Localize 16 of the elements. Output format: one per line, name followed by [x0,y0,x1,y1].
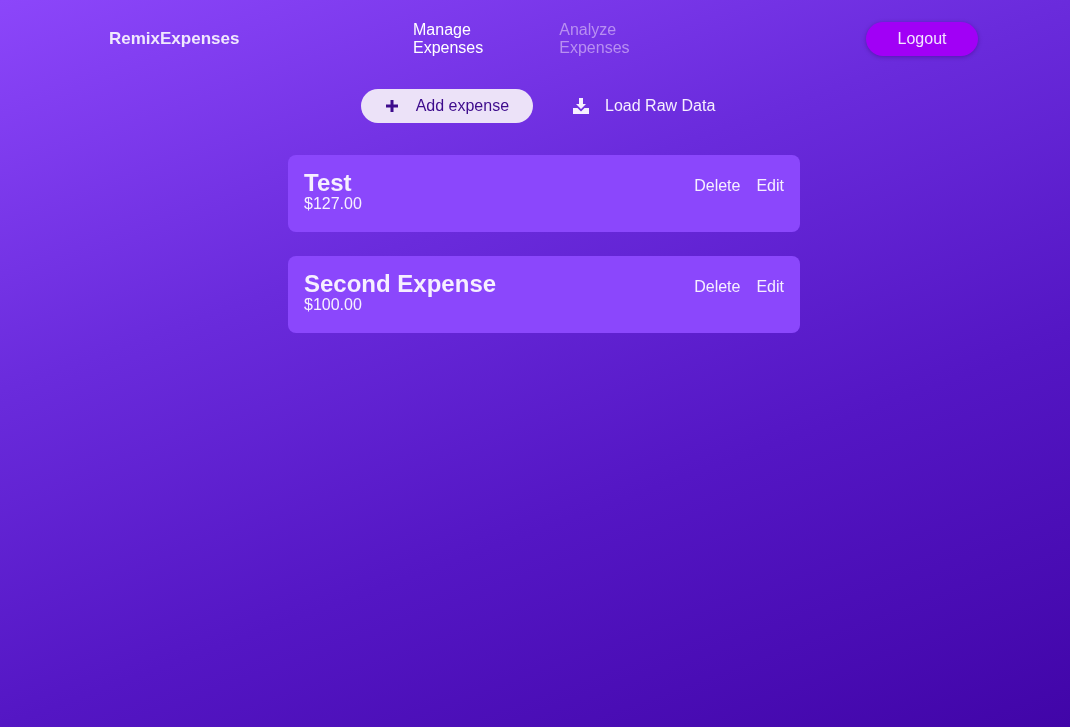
edit-link[interactable]: Edit [756,177,784,195]
nav-link[interactable]: Analyze Expenses [559,21,630,57]
brand-title[interactable]: RemixExpenses [109,29,240,49]
logout-button[interactable]: Logout [866,22,978,56]
nav-link[interactable]: Manage Expenses [413,21,484,57]
expense-title: Test [304,171,352,195]
delete-link[interactable]: Delete [694,177,741,195]
expense-amount: $100.00 [304,296,362,314]
load-data-button[interactable]: Load Raw Data [573,97,716,115]
edit-link[interactable]: Edit [756,278,784,296]
expense-amount: $127.00 [304,195,362,213]
plus-icon [384,99,399,113]
expense-title: Second Expense [304,272,497,296]
download-icon [573,98,590,114]
delete-link[interactable]: Delete [694,278,741,296]
add-expense-button[interactable]: Add expense [360,89,534,123]
